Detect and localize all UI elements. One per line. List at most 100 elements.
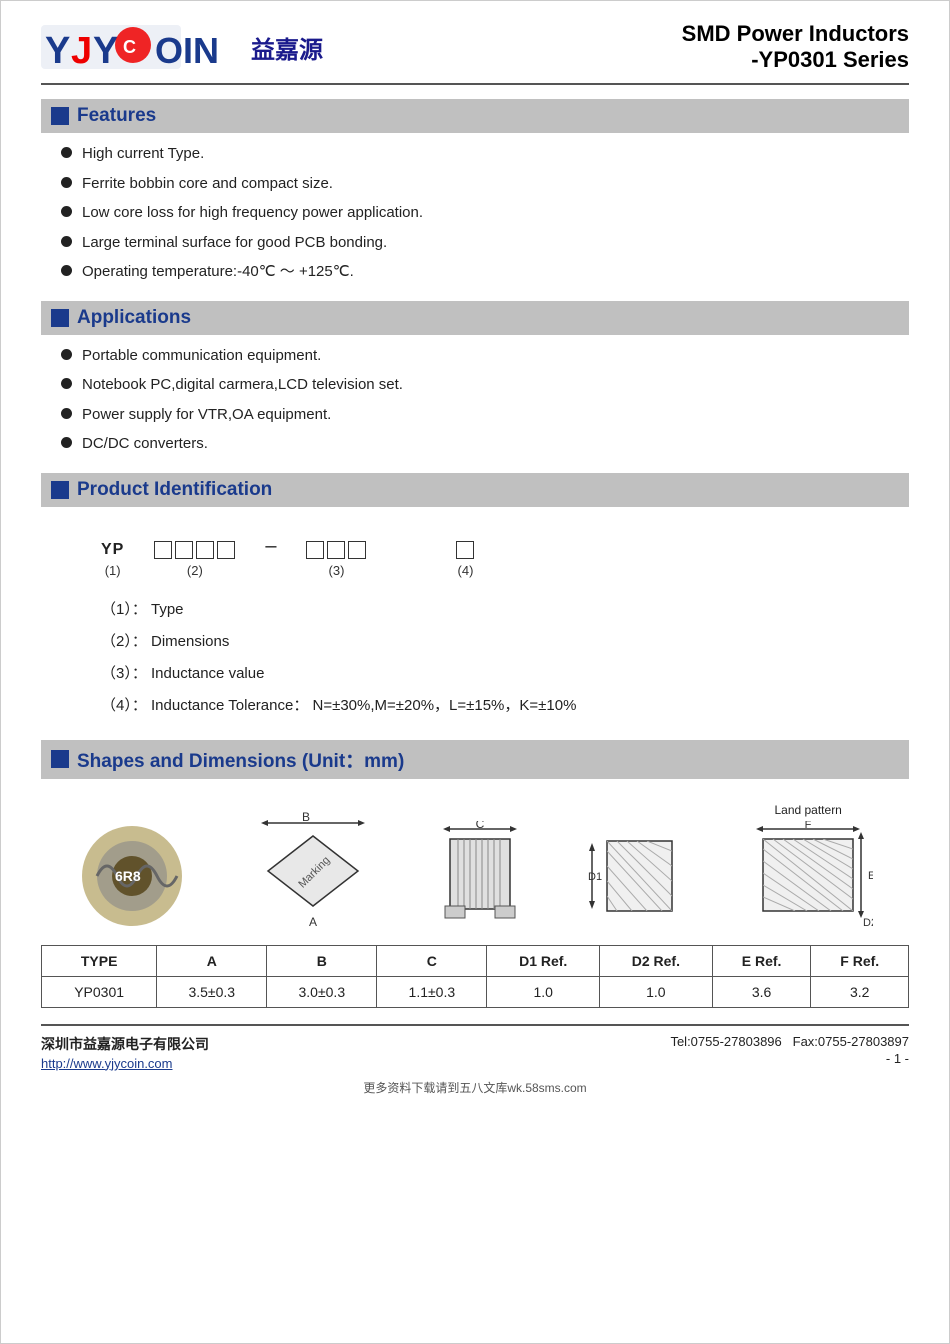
list-item: DC/DC converters. <box>61 433 909 456</box>
list-item: Portable communication equipment. <box>61 345 909 368</box>
svg-text:C: C <box>123 37 136 57</box>
pid-boxes-2 <box>154 541 235 559</box>
svg-text:D2: D2 <box>863 917 873 929</box>
footer-website[interactable]: http://www.yjycoin.com <box>41 1056 209 1071</box>
footer-company: 深圳市益嘉源电子有限公司 <box>41 1034 209 1054</box>
inductor-photo: 6R8 <box>77 821 187 931</box>
col-header-c: C <box>377 945 487 976</box>
pid-box <box>196 541 214 559</box>
bullet <box>61 147 72 158</box>
svg-text:D1: D1 <box>588 871 602 883</box>
list-item: Large terminal surface for good PCB bond… <box>61 232 909 255</box>
list-item: High current Type. <box>61 143 909 166</box>
pid-dash: – <box>265 535 276 558</box>
list-item: Low core loss for high frequency power a… <box>61 202 909 225</box>
diagram-row: 6R8 B A Marking C <box>41 793 909 945</box>
bullet <box>61 378 72 389</box>
footer-contact: Tel:0755-27803896 Fax:0755-27803897 <box>670 1034 909 1049</box>
col-header-a: A <box>157 945 267 976</box>
pid-num-1: (1) <box>105 563 121 578</box>
logo-area: Y J Y C OIN 益嘉源 <box>41 21 323 73</box>
col-header-d1: D1 Ref. <box>487 945 600 976</box>
dimensions-table: TYPE A B C D1 Ref. D2 Ref. E Ref. F Ref.… <box>41 945 909 1008</box>
diamond-diagram: B A Marking <box>248 811 378 931</box>
pid-desc-2: （2）： Dimensions <box>101 630 879 654</box>
list-item: Notebook PC,digital carmera,LCD televisi… <box>61 374 909 397</box>
pid-num-3: (3) <box>329 563 345 578</box>
svg-text:E: E <box>868 870 873 882</box>
applications-header: Applications <box>41 301 909 335</box>
footer-right: Tel:0755-27803896 Fax:0755-27803897 - 1 … <box>670 1034 909 1066</box>
side-diagram: C <box>440 821 520 931</box>
pid-group-4: (4) <box>456 541 474 578</box>
features-header: Features <box>41 99 909 133</box>
list-item: Ferrite bobbin core and compact size. <box>61 173 909 196</box>
list-item: Operating temperature:-40℃ ～ +125℃. <box>61 261 909 284</box>
svg-text:Y: Y <box>93 30 118 72</box>
footer-left: 深圳市益嘉源电子有限公司 http://www.yjycoin.com <box>41 1034 209 1071</box>
pid-box <box>348 541 366 559</box>
header-title: SMD Power Inductors -YP0301 Series <box>682 21 909 73</box>
list-item: Power supply for VTR,OA equipment. <box>61 404 909 427</box>
svg-text:C: C <box>476 821 485 831</box>
title-main: SMD Power Inductors <box>682 21 909 47</box>
applications-icon <box>51 309 69 327</box>
cell-d1: 1.0 <box>487 976 600 1007</box>
applications-list: Portable communication equipment. Notebo… <box>41 345 909 473</box>
col-header-e: E Ref. <box>712 945 811 976</box>
title-sub: -YP0301 Series <box>682 47 909 73</box>
features-list: High current Type. Ferrite bobbin core a… <box>41 143 909 301</box>
svg-text:J: J <box>71 30 92 72</box>
col-header-type: TYPE <box>42 945 157 976</box>
footer: 深圳市益嘉源电子有限公司 http://www.yjycoin.com Tel:… <box>41 1024 909 1071</box>
svg-text:6R8: 6R8 <box>115 868 141 884</box>
svg-text:Y: Y <box>45 30 70 72</box>
pid-group-2: (2) <box>154 541 235 578</box>
footer-page: - 1 - <box>886 1051 909 1066</box>
pid-box <box>456 541 474 559</box>
features-title: Features <box>77 105 156 127</box>
table-header-row: TYPE A B C D1 Ref. D2 Ref. E Ref. F Ref. <box>42 945 909 976</box>
pid-group-1: YP (1) <box>101 541 124 578</box>
front-diagram: D1 <box>582 821 682 931</box>
page: Y J Y C OIN 益嘉源 SMD Power Inductors -YP0… <box>0 0 950 1344</box>
bullet <box>61 177 72 188</box>
product-id-diagram: YP (1) (2) – (3) <box>41 517 909 588</box>
bullet <box>61 206 72 217</box>
pid-boxes-3 <box>306 541 366 559</box>
product-id-icon <box>51 481 69 499</box>
land-pattern-label: Land pattern <box>774 803 841 817</box>
logo-svg: Y J Y C OIN <box>41 21 241 73</box>
bullet <box>61 236 72 247</box>
cell-a: 3.5±0.3 <box>157 976 267 1007</box>
features-icon <box>51 107 69 125</box>
pid-desc-1: （1）： Type <box>101 598 879 622</box>
shapes-title: Shapes and Dimensions (Unit：mm) <box>77 746 404 773</box>
pid-descriptions: （1）： Type （2）： Dimensions （3）： Inductanc… <box>41 588 909 740</box>
pid-box <box>154 541 172 559</box>
pid-box <box>217 541 235 559</box>
header: Y J Y C OIN 益嘉源 SMD Power Inductors -YP0… <box>41 21 909 85</box>
svg-text:A: A <box>309 915 317 929</box>
watermark: 更多资料下载请到五八文库wk.58sms.com <box>41 1079 909 1096</box>
pid-box <box>327 541 345 559</box>
col-header-d2: D2 Ref. <box>600 945 713 976</box>
product-id-title: Product Identification <box>77 479 272 501</box>
pid-box <box>175 541 193 559</box>
pid-desc-3: （3）： Inductance value <box>101 662 879 686</box>
svg-text:B: B <box>302 811 310 824</box>
cell-d2: 1.0 <box>600 976 713 1007</box>
cell-c: 1.1±0.3 <box>377 976 487 1007</box>
pid-boxes-4 <box>456 541 474 559</box>
product-id-header: Product Identification <box>41 473 909 507</box>
pid-num-2: (2) <box>187 563 203 578</box>
cell-type: YP0301 <box>42 976 157 1007</box>
table-row: YP0301 3.5±0.3 3.0±0.3 1.1±0.3 1.0 1.0 3… <box>42 976 909 1007</box>
svg-text:OIN: OIN <box>155 30 219 71</box>
cell-e: 3.6 <box>712 976 811 1007</box>
shapes-icon <box>51 750 69 768</box>
applications-title: Applications <box>77 307 191 329</box>
pid-prefix: YP <box>101 541 124 559</box>
pid-num-4: (4) <box>458 563 474 578</box>
pid-group-3: (3) <box>306 541 366 578</box>
